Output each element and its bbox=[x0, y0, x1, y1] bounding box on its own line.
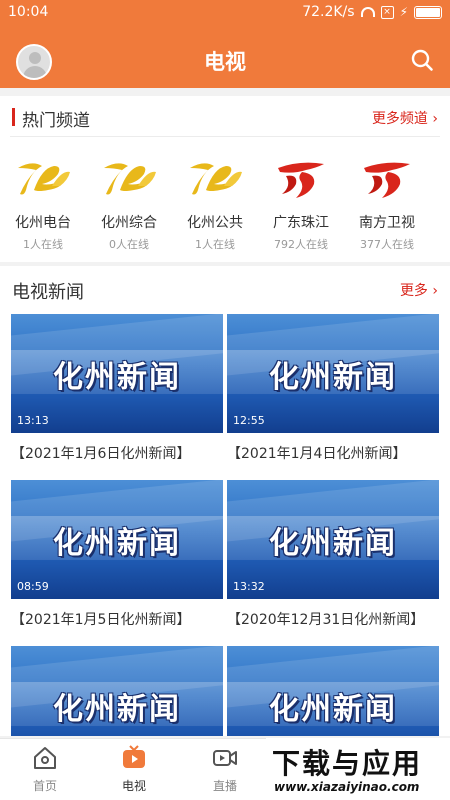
channel-item[interactable]: 化州综合 0人在线 bbox=[86, 148, 172, 258]
home-icon bbox=[34, 747, 56, 769]
video-icon bbox=[213, 750, 237, 766]
video-duration: 12:55 bbox=[233, 414, 265, 427]
news-caption[interactable]: 【2021年1月6日化州新闻】 bbox=[11, 443, 223, 463]
top-bar: 10:04 72.2K/s × ⚡ 电视 bbox=[0, 0, 450, 88]
channel-item[interactable]: 南方卫视 377人在线 bbox=[344, 148, 430, 258]
tv-news-header: 电视新闻 更多 › bbox=[0, 266, 450, 306]
huazhou-logo-icon bbox=[190, 163, 242, 195]
watermark-url: www.xiazaiyinao.com bbox=[274, 780, 420, 794]
status-time: 10:04 bbox=[8, 4, 49, 20]
video-thumbnail[interactable]: 化州新闻 bbox=[11, 646, 223, 736]
news-card[interactable]: 化州新闻 bbox=[11, 646, 223, 736]
more-news-link[interactable]: 更多 › bbox=[400, 280, 438, 300]
hot-channels-section: 热门频道 更多频道 › 化州电台 1人在线 化州综合 0人在线 化州公共 1人在… bbox=[0, 96, 450, 262]
more-channels-link[interactable]: 更多频道 › bbox=[372, 108, 438, 128]
tab-tv-label: 电视 bbox=[121, 779, 146, 793]
gdtv-logo-icon bbox=[278, 162, 324, 198]
channel-online-count: 0人在线 bbox=[109, 238, 149, 251]
news-card[interactable]: 化州新闻 13:32 【2020年12月31日化州新闻】 bbox=[227, 480, 439, 629]
section-accent-bar bbox=[12, 108, 15, 126]
battery-icon bbox=[414, 5, 442, 19]
gdtv-logo-icon bbox=[364, 162, 410, 198]
channel-name: 化州综合 bbox=[101, 215, 157, 231]
tv-news-title: 电视新闻 bbox=[12, 282, 84, 303]
thumbnail-title: 化州新闻 bbox=[269, 360, 397, 395]
channel-online-count: 1人在线 bbox=[195, 238, 235, 251]
network-speed: 72.2K/s bbox=[302, 4, 355, 20]
hot-channels-title: 热门频道 bbox=[22, 111, 90, 131]
video-thumbnail[interactable]: 化州新闻 bbox=[227, 646, 439, 736]
video-thumbnail[interactable]: 化州新闻 12:55 bbox=[227, 314, 439, 433]
page-title: 电视 bbox=[204, 50, 246, 74]
sim-off-icon: × bbox=[380, 5, 394, 19]
thumbnail-title: 化州新闻 bbox=[53, 360, 181, 395]
video-duration: 13:32 bbox=[233, 580, 265, 593]
news-card[interactable]: 化州新闻 12:55 【2021年1月4日化州新闻】 bbox=[227, 314, 439, 463]
status-bar: 10:04 72.2K/s × ⚡ bbox=[0, 0, 450, 26]
wifi-icon bbox=[360, 7, 375, 17]
tab-home-label: 首页 bbox=[32, 779, 57, 793]
thumbnail-title: 化州新闻 bbox=[269, 692, 397, 727]
video-thumbnail[interactable]: 化州新闻 08:59 bbox=[11, 480, 223, 599]
thumbnail-title: 化州新闻 bbox=[53, 692, 181, 727]
tab-tv[interactable]: 电视 bbox=[94, 745, 174, 794]
watermark: 下载与应用 www.xiazaiyinao.com bbox=[266, 738, 450, 800]
tab-home[interactable]: 首页 bbox=[5, 745, 85, 794]
divider bbox=[10, 136, 440, 137]
search-icon[interactable] bbox=[410, 48, 434, 72]
tv-news-section: 电视新闻 更多 › 化州新闻 13:13 【2021年1月6日化州新闻】 化州新… bbox=[0, 266, 450, 736]
hot-channels-header: 热门频道 更多频道 › bbox=[0, 96, 450, 136]
channel-online-count: 377人在线 bbox=[360, 238, 414, 251]
app-header: 电视 bbox=[0, 36, 450, 84]
news-caption[interactable]: 【2020年12月31日化州新闻】 bbox=[227, 609, 439, 629]
channel-name: 广东珠江 bbox=[273, 215, 329, 231]
channel-name: 南方卫视 bbox=[359, 215, 415, 231]
channel-item[interactable]: 广东珠江 792人在线 bbox=[258, 148, 344, 258]
tab-live-label: 直播 bbox=[212, 779, 237, 793]
video-thumbnail[interactable]: 化州新闻 13:32 bbox=[227, 480, 439, 599]
news-caption[interactable]: 【2021年1月4日化州新闻】 bbox=[227, 443, 439, 463]
huazhou-logo-icon bbox=[18, 163, 70, 195]
channel-item[interactable]: 化州公共 1人在线 bbox=[172, 148, 258, 258]
status-icons: 72.2K/s × ⚡ bbox=[302, 4, 442, 20]
channel-name: 化州公共 bbox=[187, 215, 243, 231]
tv-icon bbox=[123, 745, 145, 768]
channel-online-count: 792人在线 bbox=[274, 238, 328, 251]
video-thumbnail[interactable]: 化州新闻 13:13 bbox=[11, 314, 223, 433]
channel-list: 化州电台 1人在线 化州综合 0人在线 化州公共 1人在线 广东珠江 792人在… bbox=[0, 148, 450, 258]
thumbnail-title: 化州新闻 bbox=[53, 526, 181, 561]
channel-name: 化州电台 bbox=[15, 215, 71, 231]
news-card[interactable]: 化州新闻 08:59 【2021年1月5日化州新闻】 bbox=[11, 480, 223, 629]
news-card[interactable]: 化州新闻 bbox=[227, 646, 439, 736]
video-duration: 08:59 bbox=[17, 580, 49, 593]
news-card[interactable]: 化州新闻 13:13 【2021年1月6日化州新闻】 bbox=[11, 314, 223, 463]
thumbnail-title: 化州新闻 bbox=[269, 526, 397, 561]
channel-online-count: 1人在线 bbox=[23, 238, 63, 251]
huazhou-logo-icon bbox=[104, 163, 156, 195]
watermark-title: 下载与应用 bbox=[272, 747, 423, 780]
news-caption[interactable]: 【2021年1月5日化州新闻】 bbox=[11, 609, 223, 629]
video-duration: 13:13 bbox=[17, 414, 49, 427]
channel-item[interactable]: 化州电台 1人在线 bbox=[0, 148, 86, 258]
charging-icon: ⚡ bbox=[399, 5, 408, 19]
tab-live[interactable]: 直播 bbox=[185, 745, 265, 794]
